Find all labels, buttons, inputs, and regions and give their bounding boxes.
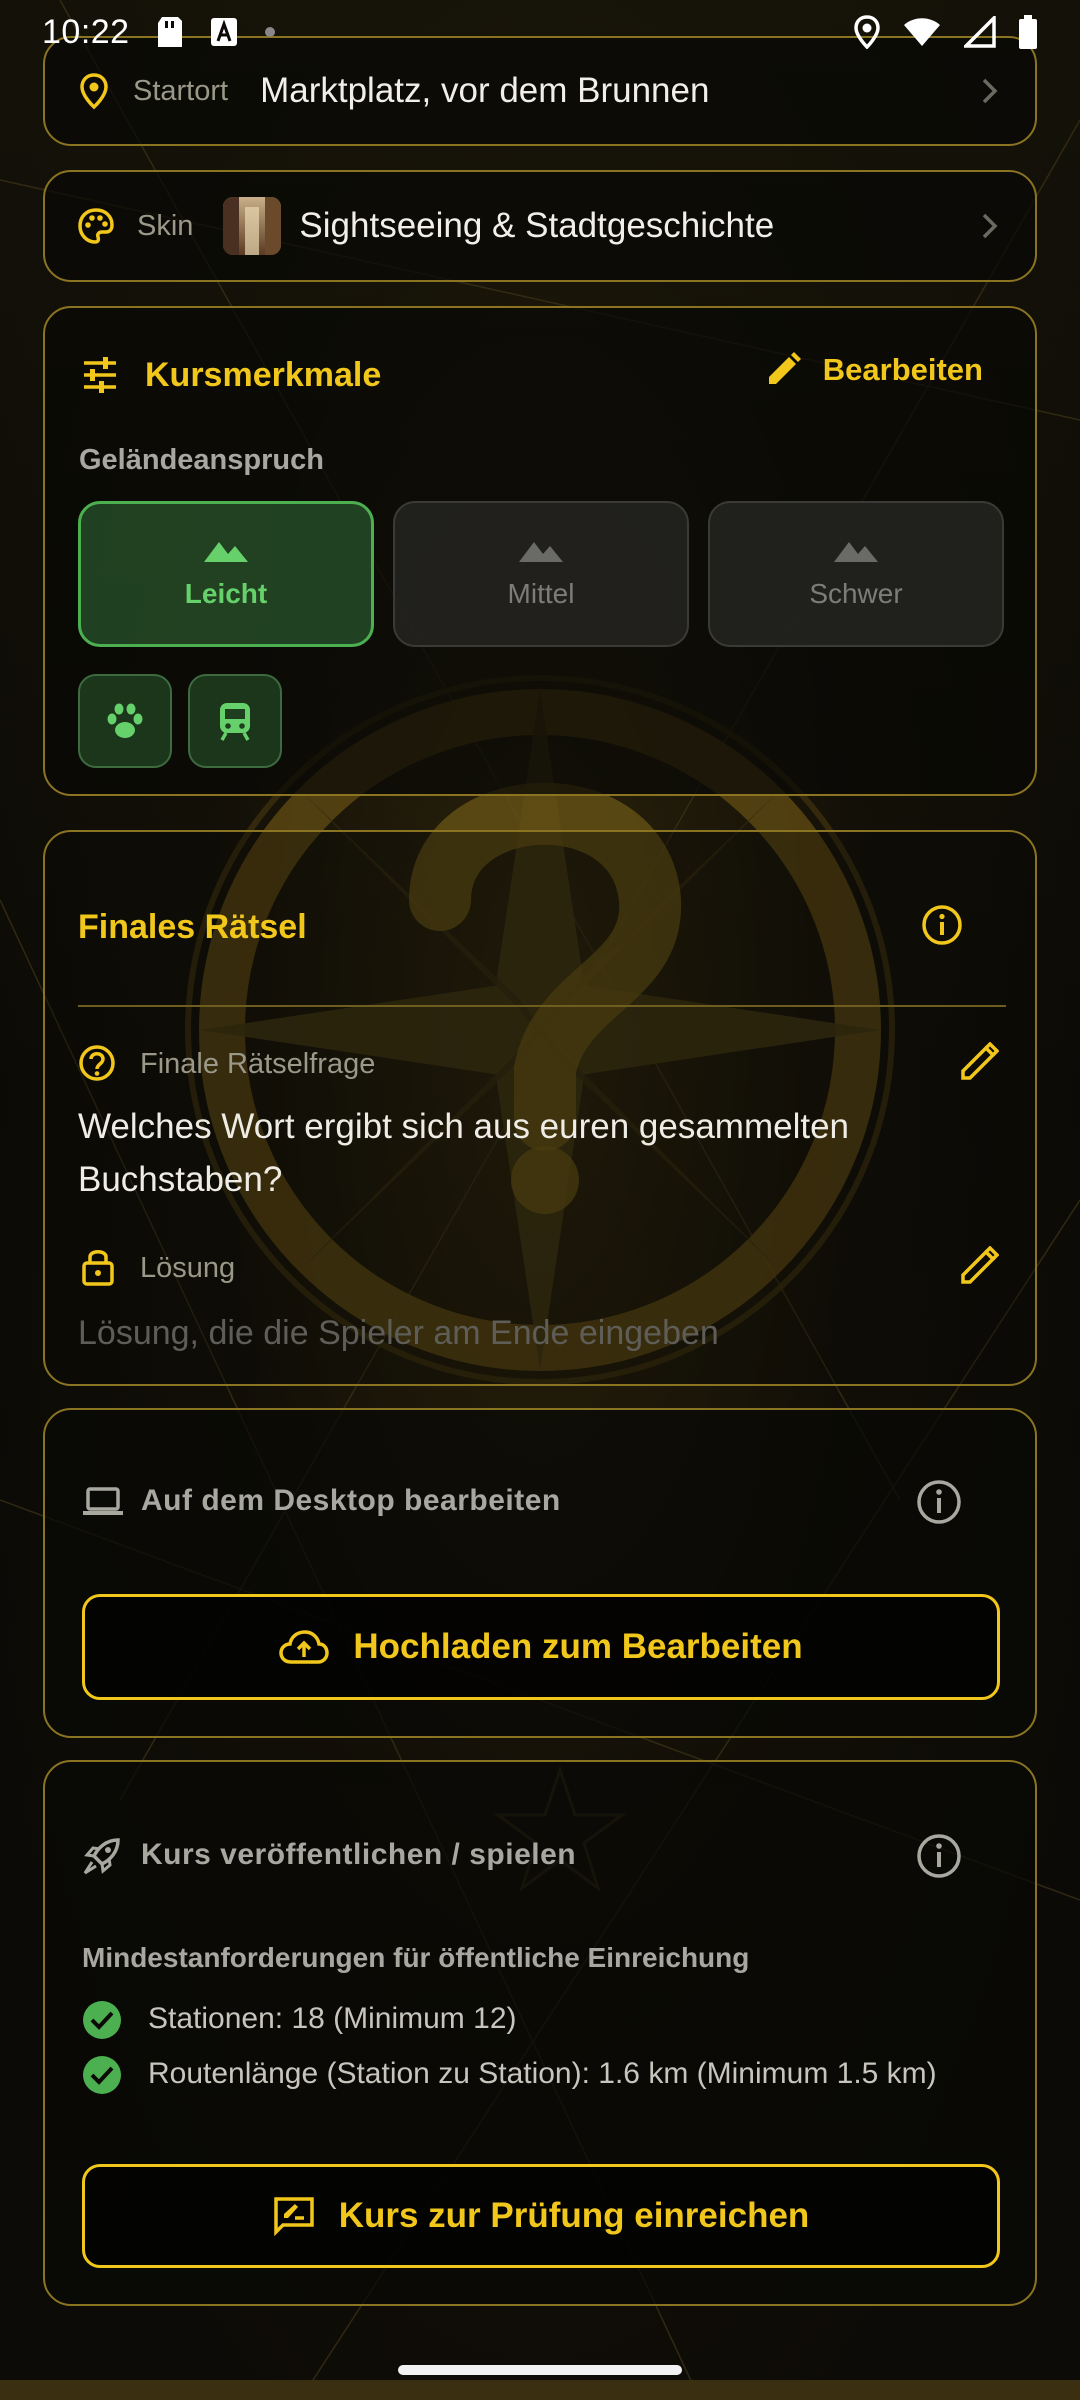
skin-value: Sightseeing & Stadtgeschichte <box>299 206 775 245</box>
bottom-edge <box>0 2380 1080 2400</box>
publish-title: Kurs veröffentlichen / spielen <box>141 1838 577 1871</box>
info-icon[interactable] <box>915 1832 963 1880</box>
question-label: Finale Rätselfrage <box>140 1048 376 1080</box>
sd-card-icon <box>157 17 182 47</box>
desktop-title: Auf dem Desktop bearbeiten <box>141 1484 561 1517</box>
solution-input[interactable]: Lösung, die die Spieler am Ende eingeben <box>78 1314 719 1353</box>
skin-thumbnail <box>223 197 282 255</box>
edit-question-pencil-icon[interactable] <box>959 1042 999 1082</box>
final-riddle-card: Finales Rätsel Finale Rätselfrage Welche… <box>43 830 1037 1386</box>
laptop-icon <box>83 1487 123 1515</box>
pencil-icon <box>768 352 801 384</box>
location-status-icon <box>854 15 880 49</box>
mountain-icon <box>204 542 248 562</box>
cloud-upload-icon <box>279 1630 330 1664</box>
difficulty-mittel-button[interactable]: Mittel <box>393 501 689 647</box>
requirement-text: Stationen: 18 (Minimum 12) <box>148 2002 517 2035</box>
status-bar: 10:22 <box>0 0 1080 64</box>
startort-label: Startort <box>133 74 229 107</box>
mountain-icon <box>519 542 563 562</box>
difficulty-label: Leicht <box>184 578 268 609</box>
edit-label: Bearbeiten <box>822 352 983 387</box>
chevron-right-icon <box>982 213 998 239</box>
skin-label: Skin <box>137 209 194 242</box>
requirements-heading: Mindestanforderungen für öffentliche Ein… <box>82 1942 750 1973</box>
publish-card: Kurs veröffentlichen / spielen Mindestan… <box>43 1760 1037 2306</box>
desktop-edit-card: Auf dem Desktop bearbeiten Hochladen zum… <box>43 1408 1037 1738</box>
keyboard-a-icon <box>210 18 237 46</box>
requirement-item: Stationen: 18 (Minimum 12) <box>82 2000 978 2040</box>
notification-dot-icon <box>264 27 275 37</box>
edit-solution-pencil-icon[interactable] <box>959 1246 999 1286</box>
skin-row[interactable]: Skin Sightseeing & Stadtgeschichte <box>43 170 1037 282</box>
home-indicator[interactable] <box>398 2365 682 2375</box>
tune-icon <box>84 357 116 393</box>
requirement-text: Routenlänge (Station zu Station): 1.6 km… <box>148 2057 937 2090</box>
solution-label: Lösung <box>140 1252 236 1284</box>
difficulty-label: Schwer <box>809 578 903 609</box>
question-circle-icon <box>79 1045 115 1081</box>
status-time: 10:22 <box>42 12 130 51</box>
terrain-label: Geländeanspruch <box>79 444 324 476</box>
kursmerkmale-title: Kursmerkmale <box>145 356 382 394</box>
difficulty-label: Mittel <box>507 578 575 609</box>
battery-icon <box>1019 15 1037 49</box>
final-riddle-title: Finales Rätsel <box>78 908 307 946</box>
palette-icon <box>78 208 114 244</box>
public-transport-chip[interactable] <box>188 674 282 768</box>
mountain-icon <box>834 542 878 562</box>
divider <box>78 1005 1006 1007</box>
wifi-icon <box>904 18 940 46</box>
info-icon[interactable] <box>921 904 963 946</box>
edit-button[interactable]: Bearbeiten <box>765 352 983 388</box>
check-circle-icon <box>83 2056 121 2094</box>
startort-value: Marktplatz, vor dem Brunnen <box>260 71 710 110</box>
info-icon[interactable] <box>915 1478 963 1526</box>
difficulty-schwer-button[interactable]: Schwer <box>708 501 1004 647</box>
submit-for-review-button[interactable]: Kurs zur Prüfung einreichen <box>82 2164 1000 2268</box>
rocket-icon <box>83 1838 120 1875</box>
kursmerkmale-card: Kursmerkmale Bearbeiten Geländeanspruch … <box>43 306 1037 796</box>
upload-button-label: Hochladen zum Bearbeiten <box>353 1627 803 1666</box>
check-circle-icon <box>83 2001 121 2039</box>
upload-for-editing-button[interactable]: Hochladen zum Bearbeiten <box>82 1594 1000 1700</box>
question-value: Welches Wort ergibt sich aus euren gesam… <box>78 1107 850 1199</box>
cell-signal-icon <box>964 16 996 48</box>
lock-icon <box>82 1250 114 1286</box>
rate-review-icon <box>273 2197 314 2236</box>
location-pin-icon <box>80 73 108 110</box>
chevron-right-icon <box>982 78 998 104</box>
paw-icon <box>107 703 143 738</box>
pet-friendly-chip[interactable] <box>78 674 172 768</box>
difficulty-leicht-button[interactable]: Leicht <box>78 501 374 647</box>
requirement-item: Routenlänge (Station zu Station): 1.6 km… <box>82 2055 978 2095</box>
train-icon <box>220 703 250 741</box>
submit-button-label: Kurs zur Prüfung einreichen <box>338 2196 810 2235</box>
